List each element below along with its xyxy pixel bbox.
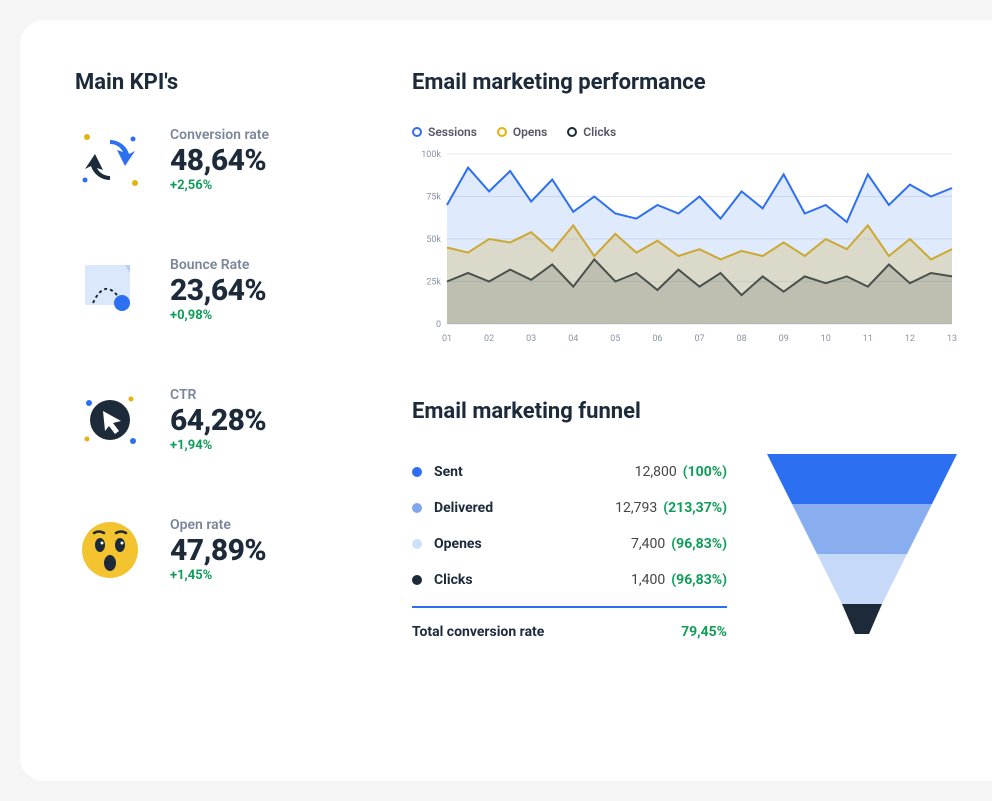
funnel-value: 1,400 xyxy=(631,572,665,588)
kpi-label: Conversion rate xyxy=(170,127,269,143)
cursor-click-icon xyxy=(75,385,145,455)
funnel-panel: Email marketing funnel Sent 12,800 (100%… xyxy=(412,399,957,654)
svg-text:10: 10 xyxy=(821,334,831,344)
kpi-delta: +1,45% xyxy=(170,568,266,583)
funnel-total-row: Total conversion rate 79,45% xyxy=(412,616,727,640)
svg-text:07: 07 xyxy=(694,334,704,344)
svg-text:12: 12 xyxy=(905,334,915,344)
svg-text:25k: 25k xyxy=(426,278,441,288)
kpi-bounce-rate: Bounce Rate 23,64% +0,98% xyxy=(75,255,352,325)
kpi-value: 47,89% xyxy=(170,533,266,568)
funnel-pct: (96,83%) xyxy=(671,572,727,588)
kpi-value: 23,64% xyxy=(170,273,266,308)
svg-text:06: 06 xyxy=(652,334,662,344)
legend-sessions: Sessions xyxy=(412,125,477,139)
svg-text:03: 03 xyxy=(526,334,536,344)
funnel-row: Sent 12,800 (100%) xyxy=(412,454,727,490)
svg-text:50k: 50k xyxy=(426,235,441,245)
svg-text:08: 08 xyxy=(737,334,747,344)
kpi-label: CTR xyxy=(170,387,266,403)
funnel-chart xyxy=(767,454,957,654)
funnel-row: Delivered 12,793 (213,37%) xyxy=(412,490,727,526)
kpi-panel: Main KPI's Conversion rate 48,64% +2,56% xyxy=(75,70,352,731)
svg-text:11: 11 xyxy=(863,334,873,344)
svg-text:100k: 100k xyxy=(421,150,441,160)
funnel-name: Sent xyxy=(434,464,635,480)
legend-dot-icon xyxy=(497,127,507,137)
refresh-cycle-icon xyxy=(75,125,145,195)
kpi-ctr: CTR 64,28% +1,94% xyxy=(75,385,352,455)
legend-opens: Opens xyxy=(497,125,547,139)
svg-text:09: 09 xyxy=(779,334,789,344)
kpi-title: Main KPI's xyxy=(75,70,352,95)
funnel-row: Clicks 1,400 (96,83%) xyxy=(412,562,727,598)
kpi-delta: +1,94% xyxy=(170,438,266,453)
kpi-value: 48,64% xyxy=(170,143,269,178)
dashboard: Main KPI's Conversion rate 48,64% +2,56% xyxy=(20,20,992,781)
funnel-table: Sent 12,800 (100%) Delivered 12,793 (213… xyxy=(412,454,727,640)
performance-title: Email marketing performance xyxy=(412,70,957,95)
svg-text:02: 02 xyxy=(484,334,494,344)
total-label: Total conversion rate xyxy=(412,624,681,640)
svg-text:75k: 75k xyxy=(426,193,441,203)
bounce-document-icon xyxy=(75,255,145,325)
kpi-label: Bounce Rate xyxy=(170,257,266,273)
funnel-name: Clicks xyxy=(434,572,631,588)
funnel-pct: (213,37%) xyxy=(663,500,727,516)
surprised-emoji-icon xyxy=(75,515,145,585)
funnel-value: 12,800 xyxy=(635,464,677,480)
svg-text:13: 13 xyxy=(947,334,957,344)
funnel-title: Email marketing funnel xyxy=(412,399,957,424)
legend-dot-icon xyxy=(412,127,422,137)
svg-text:05: 05 xyxy=(610,334,620,344)
kpi-delta: +0,98% xyxy=(170,308,266,323)
kpi-open-rate: Open rate 47,89% +1,45% xyxy=(75,515,352,585)
funnel-dot-icon xyxy=(412,503,422,513)
divider xyxy=(412,606,727,608)
funnel-value: 12,793 xyxy=(615,500,657,516)
kpi-delta: +2,56% xyxy=(170,178,269,193)
legend-clicks: Clicks xyxy=(567,125,616,139)
funnel-value: 7,400 xyxy=(631,536,665,552)
svg-text:0: 0 xyxy=(436,320,441,330)
funnel-row: Openes 7,400 (96,83%) xyxy=(412,526,727,562)
legend-label: Sessions xyxy=(428,125,477,139)
funnel-pct: (96,83%) xyxy=(671,536,727,552)
chart-legend: Sessions Opens Clicks xyxy=(412,125,957,139)
right-panel: Email marketing performance Sessions Ope… xyxy=(412,70,957,731)
kpi-label: Open rate xyxy=(170,517,266,533)
legend-label: Opens xyxy=(513,125,547,139)
funnel-dot-icon xyxy=(412,575,422,585)
total-value: 79,45% xyxy=(681,624,727,640)
legend-label: Clicks xyxy=(583,125,616,139)
funnel-dot-icon xyxy=(412,539,422,549)
kpi-conversion-rate: Conversion rate 48,64% +2,56% xyxy=(75,125,352,195)
kpi-value: 64,28% xyxy=(170,403,266,438)
funnel-name: Openes xyxy=(434,536,631,552)
funnel-name: Delivered xyxy=(434,500,615,516)
funnel-pct: (100%) xyxy=(683,464,727,480)
performance-chart: 0 25k 50k 75k 100k 01 02 03 04 05 06 07 08 09 10 11 12 13 xyxy=(412,149,957,349)
svg-text:04: 04 xyxy=(568,334,578,344)
svg-text:01: 01 xyxy=(442,334,452,344)
legend-dot-icon xyxy=(567,127,577,137)
funnel-dot-icon xyxy=(412,467,422,477)
